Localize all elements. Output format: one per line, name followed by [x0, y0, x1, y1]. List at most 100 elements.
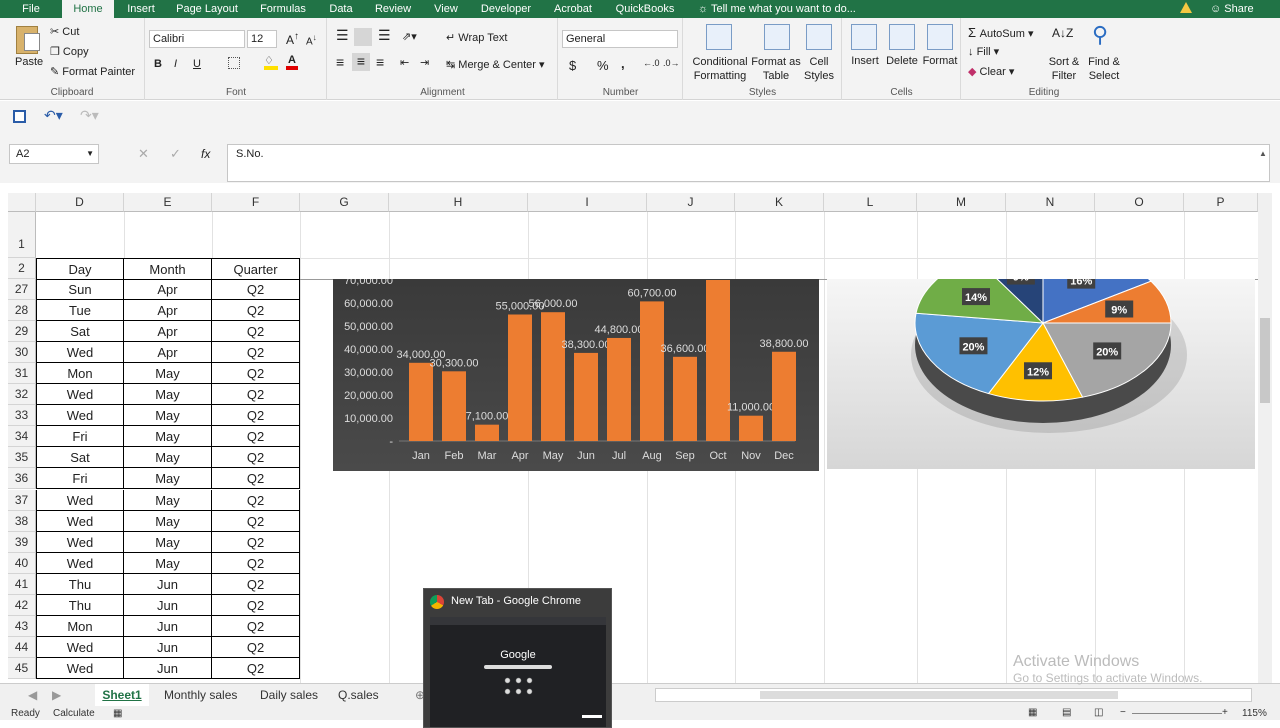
- prev-sheet-icon[interactable]: ◀: [28, 684, 37, 706]
- quarter-cell[interactable]: Q2: [212, 657, 300, 679]
- month-cell[interactable]: May: [124, 468, 212, 490]
- row-header[interactable]: 29: [8, 321, 36, 343]
- magnifier-icon[interactable]: ⚲: [1092, 22, 1108, 48]
- increase-indent-icon[interactable]: ⇥: [420, 56, 429, 69]
- increase-font-icon[interactable]: A↑: [286, 31, 299, 47]
- wrap-text-button[interactable]: ↵ Wrap Text: [446, 31, 507, 44]
- expand-formula-icon[interactable]: ▲: [1259, 149, 1267, 158]
- row-header[interactable]: 27: [8, 279, 36, 300]
- day-cell[interactable]: Wed: [36, 342, 124, 364]
- undo-icon[interactable]: ↶▾: [44, 107, 63, 124]
- orientation-icon[interactable]: ⇗▾: [402, 30, 417, 43]
- row-header[interactable]: 45: [8, 657, 36, 679]
- delete-cells-icon[interactable]: [889, 24, 915, 50]
- sheet-tab-monthly-sales[interactable]: Monthly sales: [164, 684, 237, 706]
- chrome-taskbar-preview[interactable]: New Tab - Google Chrome Google: [423, 588, 612, 728]
- row-header[interactable]: 32: [8, 384, 36, 406]
- zoom-level[interactable]: 115%: [1242, 708, 1267, 719]
- vertical-scrollbar[interactable]: [1258, 193, 1272, 683]
- sales-pie-chart[interactable]: 16% 9% 20% 12% 20% 14% 9%: [827, 279, 1255, 469]
- italic-button[interactable]: I: [174, 58, 177, 70]
- monthly-sales-bar-chart[interactable]: - 10,000.00 20,000.00 30,000.00 40,000.00 50,…: [333, 279, 819, 471]
- column-header-h[interactable]: H: [389, 193, 528, 212]
- day-cell[interactable]: Mon: [36, 363, 124, 385]
- redo-icon[interactable]: ↷▾: [80, 107, 99, 124]
- month-cell[interactable]: May: [124, 426, 212, 448]
- bold-button[interactable]: B: [154, 58, 162, 70]
- month-cell[interactable]: May: [124, 405, 212, 427]
- day-cell[interactable]: Mon: [36, 615, 124, 637]
- column-header-d[interactable]: D: [36, 193, 124, 212]
- format-as-table-icon[interactable]: [764, 24, 790, 50]
- macro-record-icon[interactable]: ▦: [113, 708, 122, 719]
- row-header[interactable]: 38: [8, 510, 36, 532]
- tab-formulas[interactable]: Formulas: [252, 0, 314, 18]
- column-header-o[interactable]: O: [1095, 193, 1184, 212]
- borders-icon[interactable]: [228, 57, 240, 69]
- formula-input[interactable]: S.No.: [227, 144, 1270, 182]
- horizontal-scrollbar[interactable]: [655, 688, 1252, 702]
- insert-function-button[interactable]: fx: [201, 147, 210, 161]
- comma-button[interactable]: ,: [621, 56, 625, 71]
- quarter-cell[interactable]: Q2: [212, 342, 300, 364]
- tab-developer[interactable]: Developer: [476, 0, 536, 18]
- warning-icon[interactable]: [1180, 2, 1192, 13]
- sheet-tab-q-sales[interactable]: Q.sales: [338, 684, 379, 706]
- page-layout-view-icon[interactable]: ▤: [1062, 707, 1071, 718]
- bottom-align-icon[interactable]: ☰: [378, 28, 391, 42]
- row-header[interactable]: 42: [8, 594, 36, 616]
- currency-button[interactable]: $: [569, 58, 576, 73]
- quarter-cell[interactable]: Q2: [212, 321, 300, 343]
- month-cell[interactable]: May: [124, 447, 212, 469]
- tab-file[interactable]: File: [0, 0, 62, 18]
- month-cell[interactable]: Apr: [124, 279, 212, 300]
- column-header-k[interactable]: K: [735, 193, 824, 212]
- month-cell[interactable]: Apr: [124, 321, 212, 343]
- row-header[interactable]: 33: [8, 405, 36, 427]
- tab-review[interactable]: Review: [368, 0, 418, 18]
- column-header-e[interactable]: E: [124, 193, 212, 212]
- sheet-tab-daily-sales[interactable]: Daily sales: [260, 684, 318, 706]
- font-size-select[interactable]: 12: [247, 30, 277, 48]
- row-header[interactable]: 36: [8, 468, 36, 490]
- middle-align-icon[interactable]: [354, 28, 372, 46]
- font-name-select[interactable]: Calibri: [149, 30, 245, 48]
- header-quarter[interactable]: Quarter: [212, 258, 300, 280]
- row-header[interactable]: 37: [8, 489, 36, 511]
- day-cell[interactable]: Wed: [36, 510, 124, 532]
- day-cell[interactable]: Wed: [36, 531, 124, 553]
- month-cell[interactable]: Jun: [124, 594, 212, 616]
- tab-acrobat[interactable]: Acrobat: [546, 0, 600, 18]
- row-header[interactable]: 39: [8, 531, 36, 553]
- clear-button[interactable]: ◆ Clear ▾: [968, 65, 1014, 78]
- column-header-n[interactable]: N: [1006, 193, 1095, 212]
- column-header-m[interactable]: M: [917, 193, 1006, 212]
- percent-button[interactable]: %: [597, 58, 609, 73]
- conditional-formatting-icon[interactable]: [706, 24, 732, 50]
- quarter-cell[interactable]: Q2: [212, 426, 300, 448]
- column-header-j[interactable]: J: [647, 193, 735, 212]
- month-cell[interactable]: May: [124, 489, 212, 511]
- month-cell[interactable]: Jun: [124, 615, 212, 637]
- horizontal-scroll-thumb[interactable]: [760, 691, 1118, 699]
- column-header-f[interactable]: F: [212, 193, 300, 212]
- day-cell[interactable]: Wed: [36, 405, 124, 427]
- day-cell[interactable]: Wed: [36, 489, 124, 511]
- number-format-select[interactable]: General: [562, 30, 678, 48]
- conditional-formatting-button[interactable]: Conditional Formatting: [686, 55, 754, 83]
- day-cell[interactable]: Fri: [36, 426, 124, 448]
- quarter-cell[interactable]: Q2: [212, 363, 300, 385]
- day-cell[interactable]: Thu: [36, 573, 124, 595]
- decrease-indent-icon[interactable]: ⇤: [400, 56, 409, 69]
- insert-cells-button[interactable]: Insert: [845, 55, 885, 67]
- find-select-button[interactable]: Find & Select: [1084, 55, 1124, 83]
- tab-view[interactable]: View: [426, 0, 466, 18]
- page-break-view-icon[interactable]: ◫: [1094, 707, 1103, 718]
- save-icon[interactable]: [13, 110, 26, 123]
- cancel-icon[interactable]: ✕: [138, 146, 149, 162]
- row-header[interactable]: 41: [8, 573, 36, 595]
- quarter-cell[interactable]: Q2: [212, 468, 300, 490]
- top-align-icon[interactable]: ☰: [336, 28, 349, 42]
- month-cell[interactable]: Apr: [124, 342, 212, 364]
- sort-filter-button[interactable]: Sort & Filter: [1046, 55, 1082, 83]
